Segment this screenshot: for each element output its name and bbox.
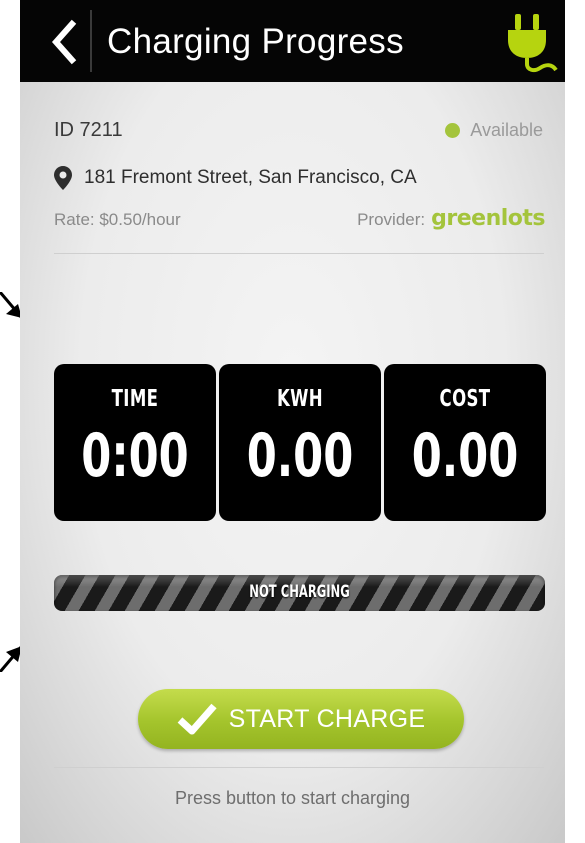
hint-text: Press button to start charging xyxy=(174,788,411,808)
cost-value: 0.00 xyxy=(411,421,519,491)
status-dot-icon xyxy=(445,123,461,138)
kwh-value: 0.00 xyxy=(246,421,354,491)
status-indicator: Available xyxy=(445,120,543,141)
progress-status-label: NOT CHARGING xyxy=(249,582,350,602)
map-pin-icon xyxy=(54,166,72,190)
screenshot-stage: Charging Progress ID 7211 Available 181 … xyxy=(0,0,585,843)
page-title: Charging Progress xyxy=(107,22,404,61)
checkmark-icon xyxy=(177,703,217,735)
rate-text: Rate: $0.50/hour xyxy=(54,210,181,229)
charging-progress-bar: NOT CHARGING xyxy=(54,575,545,611)
time-label: TIME xyxy=(111,386,159,412)
provider-info: Provider: greenlots xyxy=(357,206,545,231)
start-charge-button[interactable]: START CHARGE xyxy=(138,689,464,749)
cost-meter: COST 0.00 xyxy=(384,364,546,521)
back-chevron-icon[interactable] xyxy=(46,18,82,66)
provider-label: Provider: xyxy=(357,210,426,229)
kwh-label: KWH xyxy=(276,386,324,412)
time-value: 0:00 xyxy=(81,421,189,491)
app-header: Charging Progress xyxy=(20,0,565,82)
kwh-meter: KWH 0.00 xyxy=(219,364,381,521)
header-divider xyxy=(90,10,92,72)
provider-logo: greenlots xyxy=(431,206,545,231)
phone-screen: Charging Progress ID 7211 Available 181 … xyxy=(20,0,565,843)
status-text: Available xyxy=(470,120,543,140)
time-meter: TIME 0:00 xyxy=(54,364,216,521)
divider xyxy=(54,767,544,768)
divider xyxy=(54,253,544,254)
station-id: ID 7211 xyxy=(54,119,123,141)
address-row: 181 Fremont Street, San Francisco, CA xyxy=(54,166,417,190)
station-address: 181 Fremont Street, San Francisco, CA xyxy=(84,167,417,188)
cost-label: COST xyxy=(439,386,491,412)
plug-icon[interactable] xyxy=(502,10,558,74)
start-charge-label: START CHARGE xyxy=(228,704,426,733)
